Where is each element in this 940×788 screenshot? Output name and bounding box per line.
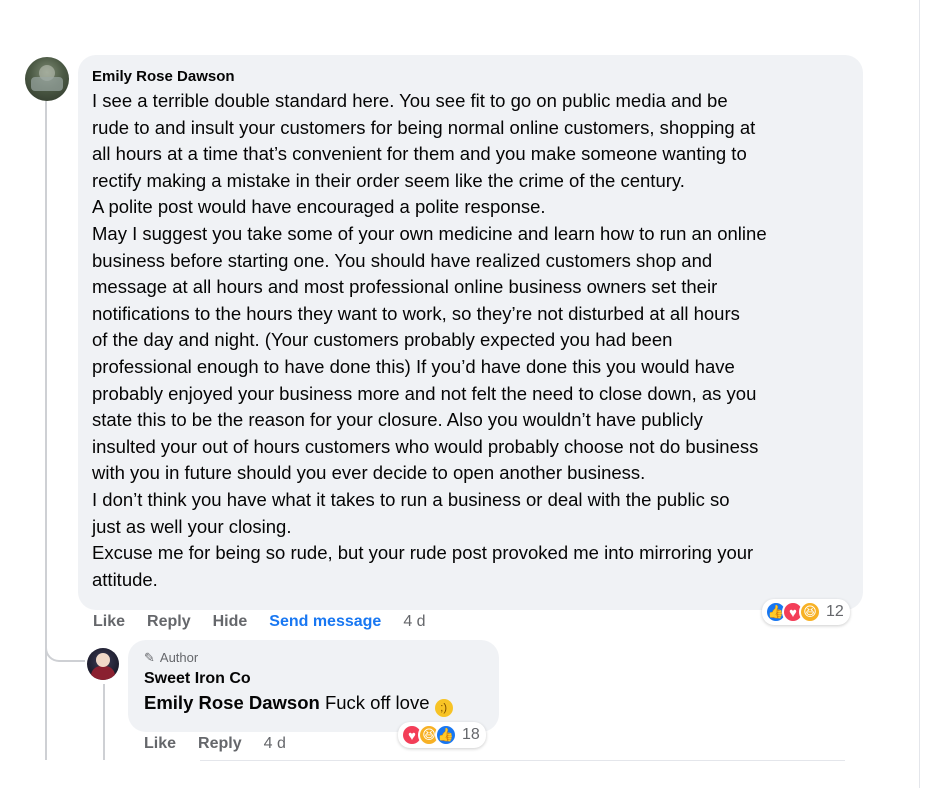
- reply-button[interactable]: Reply: [147, 613, 191, 631]
- reaction-count: 12: [826, 603, 844, 620]
- reply-bubble: ✎ Author Sweet Iron Co Emily Rose Dawson…: [128, 640, 499, 732]
- reply-thread-line: [103, 684, 105, 760]
- reply-timestamp[interactable]: 4 d: [264, 735, 286, 753]
- haha-icon: 😆: [799, 601, 821, 623]
- avatar-sweet-iron-co[interactable]: [87, 648, 119, 680]
- winking-face-icon: ;): [434, 699, 453, 717]
- comment-bubble: Emily Rose Dawson I see a terrible doubl…: [78, 55, 863, 610]
- reply-actions: Like Reply 4 d: [144, 735, 308, 753]
- avatar-detail: [91, 666, 115, 680]
- comment-timestamp[interactable]: 4 d: [403, 613, 425, 631]
- pencil-icon: ✎: [144, 650, 155, 665]
- author-badge-label: Author: [159, 650, 199, 665]
- reply-reaction-count: 18: [462, 726, 480, 743]
- reply-reply-button[interactable]: Reply: [198, 735, 242, 753]
- like-icon: 👍: [435, 724, 457, 746]
- author-badge: ✎ Author: [144, 649, 483, 667]
- like-button[interactable]: Like: [93, 613, 125, 631]
- comment-text: I see a terrible double standard here. Y…: [92, 90, 767, 590]
- avatar-detail: [96, 653, 110, 667]
- thread-line: [45, 100, 47, 760]
- avatar-detail: [31, 77, 63, 91]
- comment-actions: Like Reply Hide Send message 4 d: [93, 613, 448, 631]
- send-message-button[interactable]: Send message: [269, 613, 381, 631]
- comment-author-name[interactable]: Emily Rose Dawson: [92, 66, 849, 87]
- reply-text: Emily Rose Dawson Fuck off love ;): [144, 690, 483, 717]
- mention-link[interactable]: Emily Rose Dawson: [144, 692, 320, 713]
- divider: [200, 760, 845, 761]
- reply-reaction-summary[interactable]: ♥ 😆 👍 18: [398, 722, 486, 748]
- thread-connector: [45, 610, 85, 662]
- reply-like-button[interactable]: Like: [144, 735, 176, 753]
- right-panel-divider: [919, 0, 920, 788]
- reply-author-name[interactable]: Sweet Iron Co: [144, 668, 483, 690]
- hide-button[interactable]: Hide: [213, 613, 248, 631]
- reaction-summary[interactable]: 👍 ♥ 😆 12: [762, 599, 850, 625]
- avatar-emily-rose-dawson[interactable]: [25, 57, 69, 101]
- reply-body: Fuck off love: [319, 692, 435, 713]
